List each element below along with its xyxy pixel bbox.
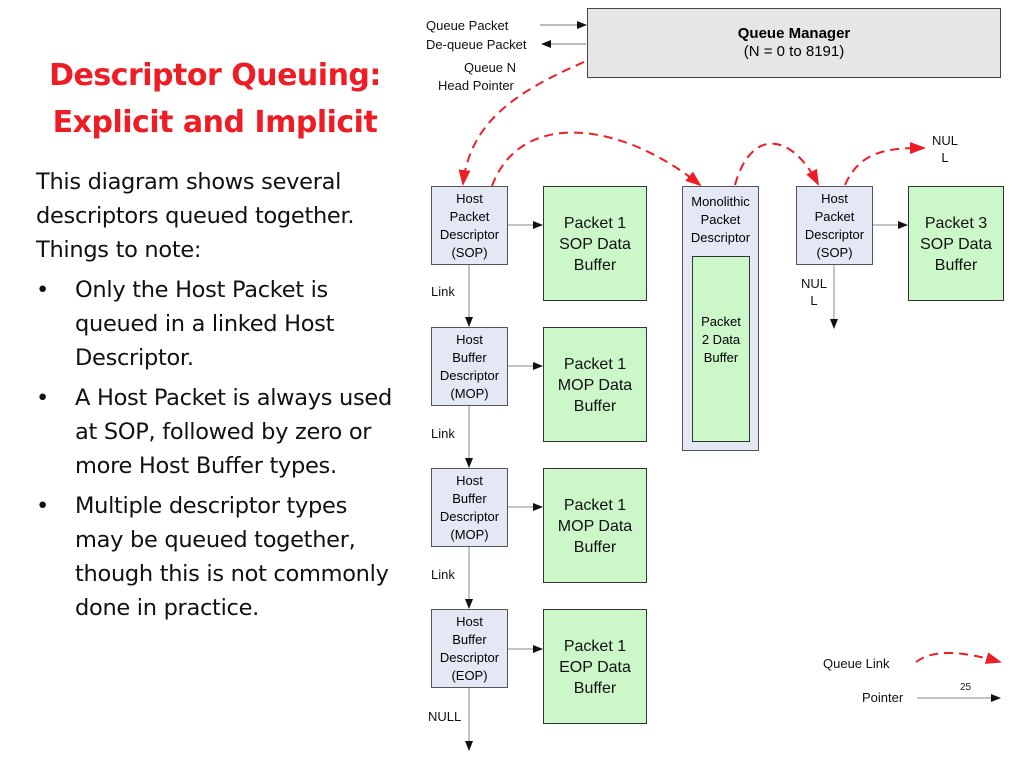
bullet-icon: • <box>36 385 49 411</box>
descriptor-line: Host <box>456 473 483 488</box>
null-label-part: L <box>941 150 949 165</box>
descriptor-line: Host <box>456 614 483 629</box>
buffer-line: Buffer <box>573 398 617 415</box>
buffer-line: Buffer <box>703 350 739 365</box>
null-label-sop3: NUL L <box>800 275 828 309</box>
descriptor-line: Packet <box>449 209 490 224</box>
null-label-part: NUL <box>800 276 827 291</box>
queue-manager-range: (N = 0 to 8191) <box>743 43 845 60</box>
buffer-line: Buffer <box>573 680 617 697</box>
link-label: Link <box>431 426 455 441</box>
descriptor-line: Descriptor <box>439 509 500 524</box>
host-packet-descriptor-sop: Host Packet Descriptor (SOP) <box>431 186 508 265</box>
buffer-line: Packet 3 <box>924 215 988 232</box>
buffer-line: EOP Data <box>559 659 631 676</box>
intro-text: This diagram shows several descriptors q… <box>36 169 355 263</box>
queue-manager-title: Queue Manager <box>737 25 851 42</box>
queue-link <box>491 131 702 187</box>
buffer-line: SOP Data <box>559 236 631 253</box>
null-label-part: NUL <box>931 133 958 148</box>
slide-body: This diagram shows several descriptors q… <box>36 165 396 625</box>
packet2-data-buffer: Packet 2 Data Buffer <box>692 256 750 442</box>
title-line-2: Explicit and Implicit <box>52 105 378 140</box>
null-label-part: L <box>810 293 818 308</box>
descriptor-line: Monolithic <box>691 194 750 209</box>
bullet-icon: • <box>36 277 49 303</box>
packet3-sop-buffer: Packet 3 SOP Data Buffer <box>908 186 1004 301</box>
head-pointer-label: Head Pointer <box>438 78 514 93</box>
buffer-line: Packet 1 <box>563 215 627 232</box>
host-packet-descriptor-sop-3: Host Packet Descriptor (SOP) <box>796 186 873 265</box>
bullet-text: Only the Host Packet is queued in a link… <box>75 277 335 371</box>
buffer-line: MOP Data <box>557 518 633 535</box>
descriptor-line: Descriptor <box>804 227 865 242</box>
null-label: NULL <box>428 709 462 724</box>
descriptor-line: (SOP) <box>816 245 853 260</box>
queue-link <box>844 142 926 186</box>
descriptor-line: Host <box>456 191 483 206</box>
legend-queue-link-label: Queue Link <box>823 656 890 671</box>
bullet-item: • Only the Host Packet is queued in a li… <box>36 273 396 375</box>
descriptor-line: Descriptor <box>439 368 500 383</box>
legend-pointer-label: Pointer <box>862 690 904 705</box>
descriptor-line: Host <box>821 191 848 206</box>
buffer-line: MOP Data <box>557 377 633 394</box>
host-buffer-descriptor-mop-2: Host Buffer Descriptor (MOP) <box>431 468 508 547</box>
descriptor-line: Packet <box>814 209 855 224</box>
queue-manager-box: Queue Manager (N = 0 to 8191) <box>587 8 1001 78</box>
bullet-item: • Multiple descriptor types may be queue… <box>36 489 396 625</box>
host-buffer-descriptor-eop: Host Buffer Descriptor (EOP) <box>431 609 508 688</box>
buffer-line: Buffer <box>934 257 978 274</box>
descriptor-line: (MOP) <box>450 386 489 401</box>
packet1-sop-buffer: Packet 1 SOP Data Buffer <box>543 186 647 301</box>
buffer-line: 2 Data <box>701 332 741 347</box>
packet1-mop-buffer-1: Packet 1 MOP Data Buffer <box>543 327 647 442</box>
descriptor-line: Descriptor <box>690 230 751 245</box>
bullet-icon: • <box>36 493 49 519</box>
link-label: Link <box>431 567 455 582</box>
title-line-1: Descriptor Queuing: <box>49 58 381 93</box>
buffer-line: SOP Data <box>920 236 992 253</box>
descriptor-line: Buffer <box>452 350 487 365</box>
link-label: Link <box>431 284 455 299</box>
queue-packet-label: Queue Packet <box>426 18 509 33</box>
descriptor-line: Buffer <box>452 491 487 506</box>
descriptor-line: (EOP) <box>451 668 488 683</box>
descriptor-line: Descriptor <box>439 227 500 242</box>
bullet-text: Multiple descriptor types may be queued … <box>75 493 389 621</box>
slide-title: Descriptor Queuing: Explicit and Implici… <box>30 52 400 146</box>
queue-n-label: Queue N <box>464 60 517 75</box>
bullet-item: • A Host Packet is always used at SOP, f… <box>36 381 396 483</box>
descriptor-line: Buffer <box>452 632 487 647</box>
bullet-text: A Host Packet is always used at SOP, fol… <box>75 385 392 479</box>
packet1-mop-buffer-2: Packet 1 MOP Data Buffer <box>543 468 647 583</box>
page-number: 25 <box>960 682 972 693</box>
descriptor-line: Descriptor <box>439 650 500 665</box>
buffer-line: Packet <box>701 314 741 329</box>
buffer-line: Packet 1 <box>563 638 627 655</box>
descriptor-line: Host <box>456 332 483 347</box>
packet1-eop-buffer: Packet 1 EOP Data Buffer <box>543 609 647 724</box>
buffer-line: Buffer <box>573 257 617 274</box>
dequeue-packet-label: De-queue Packet <box>426 37 527 52</box>
buffer-line: Buffer <box>573 539 617 556</box>
descriptor-line: (SOP) <box>451 245 488 260</box>
buffer-line: Packet 1 <box>563 356 627 373</box>
descriptor-line: Packet <box>700 212 741 227</box>
legend-queue-link-icon <box>915 652 1002 664</box>
host-buffer-descriptor-mop-1: Host Buffer Descriptor (MOP) <box>431 327 508 406</box>
buffer-line: Packet 1 <box>563 497 627 514</box>
descriptor-line: (MOP) <box>450 527 489 542</box>
queue-link <box>734 142 819 186</box>
monolithic-packet-descriptor: Monolithic Packet Descriptor Packet 2 Da… <box>682 186 759 451</box>
null-label-queue-end: NUL L <box>931 132 959 166</box>
